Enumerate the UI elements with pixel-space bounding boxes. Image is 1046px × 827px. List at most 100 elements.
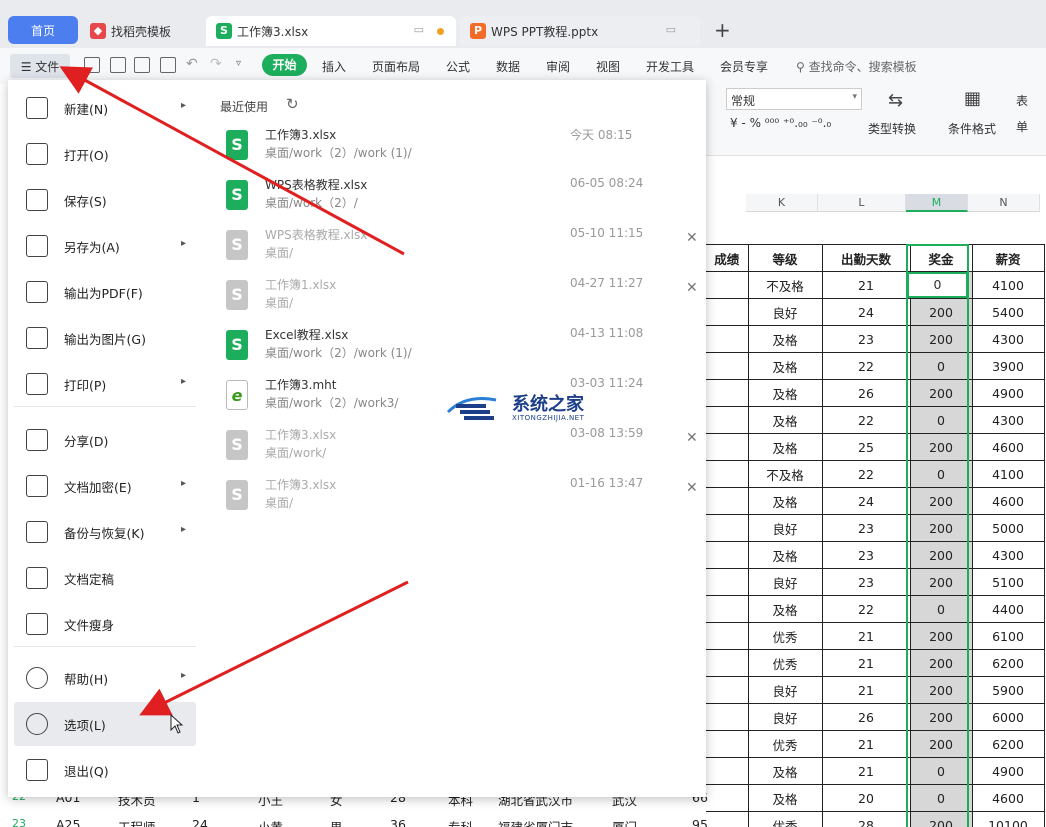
table-cell[interactable]: 5100 bbox=[971, 568, 1045, 596]
table-cell[interactable]: 及格 bbox=[747, 379, 823, 407]
table-cell[interactable]: 21 bbox=[821, 730, 911, 758]
column-header-cell[interactable]: 成绩 bbox=[706, 244, 749, 272]
table-cell[interactable]: 24 bbox=[192, 817, 208, 827]
table-cell[interactable] bbox=[706, 568, 749, 596]
file-menu-item-encrypt[interactable]: 文档加密(E) ▸ bbox=[14, 464, 196, 508]
tab-insert[interactable]: 插入 bbox=[322, 58, 346, 75]
table-cell[interactable]: 5000 bbox=[971, 514, 1045, 542]
table-cell[interactable] bbox=[706, 460, 749, 488]
table-cell[interactable]: 22 bbox=[821, 352, 911, 380]
table-cell[interactable]: 200 bbox=[909, 730, 973, 758]
refresh-icon[interactable]: ↻ bbox=[286, 95, 299, 113]
monitor-icon[interactable]: ▭ bbox=[414, 23, 424, 36]
table-cell[interactable] bbox=[706, 757, 749, 785]
table-cell[interactable]: 4400 bbox=[971, 595, 1045, 623]
table-cell[interactable] bbox=[706, 352, 749, 380]
single-button[interactable]: 单 bbox=[1016, 118, 1028, 135]
column-header-n[interactable]: N bbox=[968, 194, 1040, 212]
table-cell[interactable]: 4100 bbox=[971, 271, 1045, 299]
table-cell[interactable] bbox=[706, 730, 749, 758]
table-cell[interactable] bbox=[706, 622, 749, 650]
table-cell[interactable]: 200 bbox=[909, 541, 973, 569]
table-cell[interactable]: 3900 bbox=[971, 352, 1045, 380]
table-cell[interactable] bbox=[706, 595, 749, 623]
table-cell[interactable]: 26 bbox=[821, 379, 911, 407]
table-cell[interactable] bbox=[706, 541, 749, 569]
table-cell[interactable]: 4100 bbox=[971, 460, 1045, 488]
table-cell[interactable] bbox=[706, 811, 749, 827]
tab-page-layout[interactable]: 页面布局 bbox=[372, 58, 420, 75]
table-cell[interactable]: 4900 bbox=[971, 379, 1045, 407]
column-header-cell[interactable]: 等级 bbox=[747, 244, 823, 272]
file-menu-item-save[interactable]: 保存(S) bbox=[14, 178, 196, 222]
table-cell[interactable]: 不及格 bbox=[747, 460, 823, 488]
undo-icon[interactable]: ↶ bbox=[186, 56, 198, 72]
type-convert-button[interactable]: 类型转换 bbox=[868, 120, 916, 137]
table-cell[interactable]: 200 bbox=[909, 379, 973, 407]
table-cell[interactable] bbox=[706, 514, 749, 542]
table-cell[interactable]: 4600 bbox=[971, 784, 1045, 812]
close-icon[interactable]: ✕ bbox=[686, 480, 698, 496]
tab-start[interactable]: 开始 bbox=[262, 54, 307, 76]
file-menu-item-gear[interactable]: 选项(L) bbox=[14, 702, 196, 746]
table-cell[interactable]: 23 bbox=[821, 541, 911, 569]
redo-icon[interactable]: ↷ bbox=[210, 56, 222, 72]
table-cell[interactable]: 良好 bbox=[747, 703, 823, 731]
table-cell[interactable]: 0 bbox=[909, 406, 973, 434]
table-cell[interactable] bbox=[706, 487, 749, 515]
file-menu-item-finalize[interactable]: 文档定稿 bbox=[14, 556, 196, 600]
close-icon[interactable]: ✕ bbox=[686, 430, 698, 446]
recent-file-item[interactable]: S 工作簿3.xlsx 桌面/work（2）/work (1)/ 今天 08:15 bbox=[220, 126, 700, 176]
column-header-k[interactable]: K bbox=[746, 194, 818, 212]
table-cell[interactable]: 28 bbox=[821, 811, 911, 827]
table-cell[interactable]: 10100 bbox=[971, 811, 1045, 827]
quick-access-dropdown-icon[interactable]: ▿ bbox=[236, 58, 241, 69]
table-cell[interactable]: 200 bbox=[909, 811, 973, 827]
table-cell[interactable]: 23 bbox=[821, 325, 911, 353]
export-icon[interactable] bbox=[110, 57, 126, 73]
table-cell[interactable] bbox=[706, 676, 749, 704]
table-cell[interactable]: 工程师 bbox=[118, 817, 156, 827]
table-cell[interactable]: 4300 bbox=[971, 325, 1045, 353]
table-cell[interactable] bbox=[706, 649, 749, 677]
table-cell[interactable]: 良好 bbox=[747, 568, 823, 596]
table-cell[interactable]: 5900 bbox=[971, 676, 1045, 704]
table-cell[interactable] bbox=[706, 784, 749, 812]
table-cell[interactable]: 厦门 bbox=[612, 817, 637, 827]
table-cell[interactable] bbox=[706, 433, 749, 461]
table-cell[interactable]: 0 bbox=[909, 784, 973, 812]
table-cell[interactable]: 6200 bbox=[971, 730, 1045, 758]
column-header-cell[interactable]: 奖金 bbox=[909, 244, 973, 272]
command-search[interactable]: ⚲ 查找命令、搜索模板 bbox=[796, 58, 917, 75]
table-cell[interactable] bbox=[706, 703, 749, 731]
table-cell[interactable]: 6100 bbox=[971, 622, 1045, 650]
recent-file-item[interactable]: S 工作簿3.xlsx 桌面/01-16 13:47 ✕ bbox=[220, 476, 700, 526]
table-cell[interactable]: 优秀 bbox=[747, 730, 823, 758]
table-cell[interactable]: 24 bbox=[821, 487, 911, 515]
tab-view[interactable]: 视图 bbox=[596, 58, 620, 75]
table-cell[interactable]: 男 bbox=[330, 817, 343, 827]
table-cell[interactable]: 及格 bbox=[747, 784, 823, 812]
table-cell[interactable]: 21 bbox=[821, 757, 911, 785]
table-cell[interactable]: 23 bbox=[821, 568, 911, 596]
table-cell[interactable]: 4600 bbox=[971, 433, 1045, 461]
file-menu-item-slim[interactable]: 文件瘦身 bbox=[14, 602, 196, 646]
add-tab-button[interactable]: + bbox=[714, 18, 731, 42]
table-cell[interactable]: 及格 bbox=[747, 406, 823, 434]
file-menu-item-print[interactable]: 打印(P) ▸ bbox=[14, 362, 196, 406]
file-menu-item-save-as[interactable]: 另存为(A) ▸ bbox=[14, 224, 196, 268]
table-cell[interactable]: 200 bbox=[909, 298, 973, 326]
new-doc-icon[interactable] bbox=[84, 57, 100, 73]
table-cell[interactable]: 及格 bbox=[747, 352, 823, 380]
table-cell[interactable]: 26 bbox=[821, 703, 911, 731]
file-menu-item-new[interactable]: 新建(N) ▸ bbox=[14, 86, 196, 130]
table-cell[interactable]: 及格 bbox=[747, 433, 823, 461]
table-cell[interactable]: 优秀 bbox=[747, 649, 823, 677]
file-menu-item-pdf[interactable]: 输出为PDF(F) bbox=[14, 270, 196, 314]
cond-format-button[interactable]: 条件格式 bbox=[948, 120, 996, 137]
table-cell[interactable]: 21 bbox=[821, 649, 911, 677]
table-cell[interactable]: 专科 bbox=[448, 817, 473, 827]
table-cell[interactable]: 6000 bbox=[971, 703, 1045, 731]
table-cell[interactable]: 0 bbox=[909, 757, 973, 785]
preview-icon[interactable] bbox=[160, 57, 176, 73]
